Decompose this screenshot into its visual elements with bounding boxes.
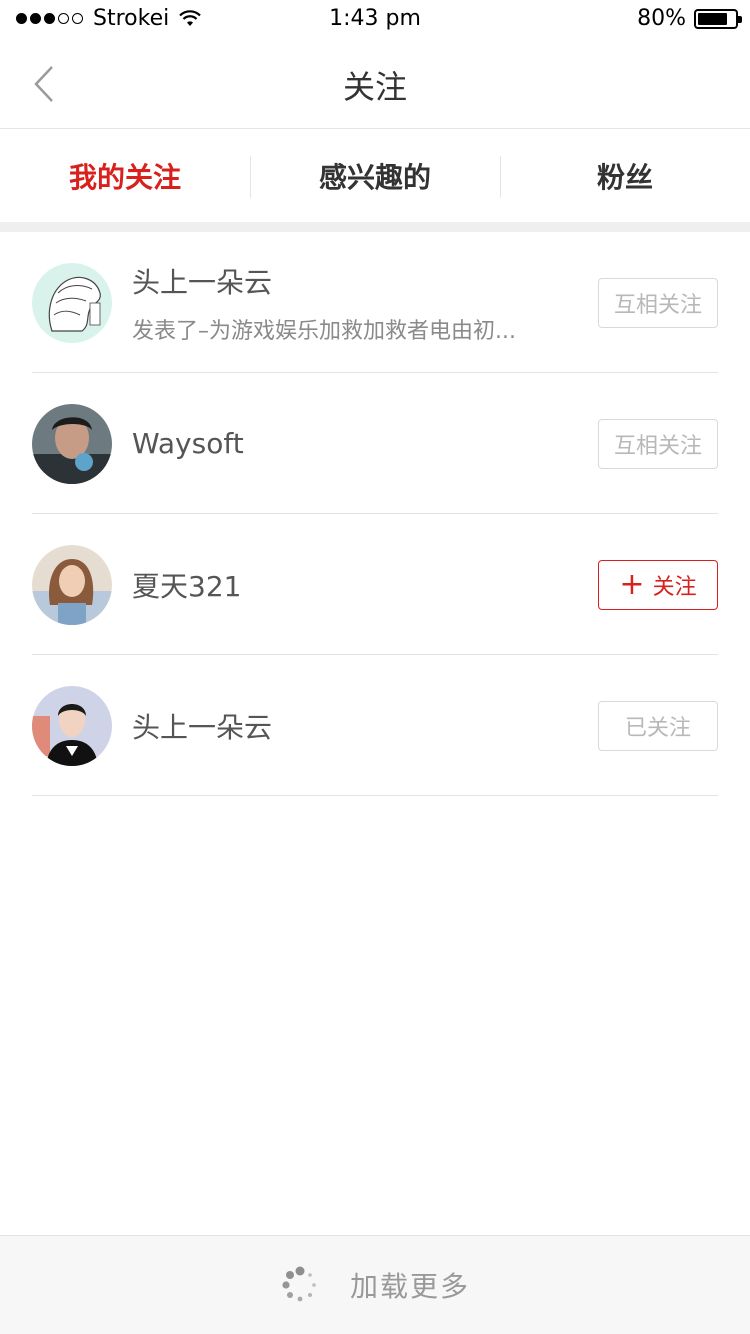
tab-bar: 我的关注 感兴趣的 粉丝 bbox=[0, 130, 750, 222]
following-list: 头上一朵云 发表了–为游戏娱乐加救加救者电由初... 互相关注 Waysoft … bbox=[0, 232, 750, 796]
tab-label: 粉丝 bbox=[596, 161, 653, 194]
battery-icon bbox=[694, 8, 742, 29]
mutual-follow-button[interactable]: 互相关注 bbox=[598, 419, 718, 469]
tab-label: 我的关注 bbox=[68, 161, 181, 194]
tab-my-following[interactable]: 我的关注 bbox=[0, 130, 250, 222]
section-divider bbox=[0, 222, 750, 232]
list-item[interactable]: 头上一朵云 发表了–为游戏娱乐加救加救者电由初... 互相关注 bbox=[32, 232, 718, 373]
avatar-photo-image bbox=[32, 686, 112, 766]
spinner-icon bbox=[282, 1266, 316, 1302]
tab-interested[interactable]: 感兴趣的 bbox=[250, 130, 500, 222]
button-label: 互相关注 bbox=[613, 434, 702, 459]
avatar[interactable] bbox=[32, 686, 112, 766]
row-text: 头上一朵云 发表了–为游戏娱乐加救加救者电由初... bbox=[132, 232, 578, 373]
status-right: 80% bbox=[637, 6, 742, 31]
list-item[interactable]: 夏天321 + 关注 bbox=[32, 514, 718, 655]
mutual-follow-button[interactable]: 互相关注 bbox=[598, 278, 718, 328]
avatar[interactable] bbox=[32, 545, 112, 625]
load-more-button[interactable]: 加载更多 bbox=[0, 1235, 750, 1334]
row-text: 头上一朵云 bbox=[132, 655, 578, 796]
status-bar: Strokei 1:43 pm 80% bbox=[0, 0, 750, 40]
tab-label: 感兴趣的 bbox=[318, 161, 431, 194]
tab-fans[interactable]: 粉丝 bbox=[500, 130, 750, 222]
list-item[interactable]: 头上一朵云 已关注 bbox=[32, 655, 718, 796]
list-item[interactable]: Waysoft 互相关注 bbox=[32, 373, 718, 514]
row-text: Waysoft bbox=[132, 373, 578, 514]
avatar-photo-image bbox=[32, 404, 112, 484]
user-name: 头上一朵云 bbox=[132, 265, 273, 299]
avatar[interactable] bbox=[32, 404, 112, 484]
avatar-sketch-image bbox=[32, 263, 112, 343]
button-label: 已关注 bbox=[624, 716, 691, 741]
user-name: 夏天321 bbox=[132, 569, 242, 603]
followed-button[interactable]: 已关注 bbox=[598, 701, 718, 751]
button-label: 关注 bbox=[652, 575, 697, 600]
plus-icon: + bbox=[619, 567, 645, 602]
user-name: Waysoft bbox=[132, 427, 244, 460]
user-name: 头上一朵云 bbox=[132, 710, 273, 744]
button-label: 互相关注 bbox=[613, 293, 702, 318]
user-activity: 发表了–为游戏娱乐加救加救者电由初... bbox=[132, 318, 516, 344]
battery-percentage: 80% bbox=[637, 6, 686, 31]
avatar[interactable] bbox=[32, 263, 112, 343]
row-text: 夏天321 bbox=[132, 514, 578, 655]
follow-button[interactable]: + 关注 bbox=[598, 560, 718, 610]
nav-bar: 关注 bbox=[0, 40, 750, 129]
avatar-photo-image bbox=[32, 545, 112, 625]
load-more-label: 加载更多 bbox=[349, 1270, 470, 1303]
page-title: 关注 bbox=[342, 68, 407, 106]
